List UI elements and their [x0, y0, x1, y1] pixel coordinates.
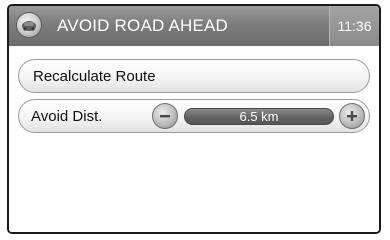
minus-icon	[160, 115, 170, 118]
recalculate-route-button[interactable]: Recalculate Route	[18, 59, 370, 93]
plus-icon	[347, 111, 357, 121]
header-bar: AVOID ROAD AHEAD 11:36	[9, 6, 379, 46]
increase-distance-button[interactable]	[339, 103, 365, 129]
back-button[interactable]	[16, 12, 42, 38]
recalculate-route-label: Recalculate Route	[33, 68, 156, 85]
clock: 11:36	[329, 6, 379, 46]
avoid-distance-value[interactable]: 6.5 km	[184, 108, 334, 125]
menu-content: Recalculate Route Avoid Dist. 6.5 km	[9, 46, 379, 232]
nav-screen: AVOID ROAD AHEAD 11:36 Recalculate Route…	[7, 4, 381, 234]
car-globe-icon	[22, 21, 36, 31]
page-title: AVOID ROAD AHEAD	[57, 16, 229, 35]
decrease-distance-button[interactable]	[152, 103, 178, 129]
avoid-distance-label: Avoid Dist.	[31, 108, 103, 125]
avoid-distance-row: Avoid Dist. 6.5 km	[18, 99, 370, 133]
